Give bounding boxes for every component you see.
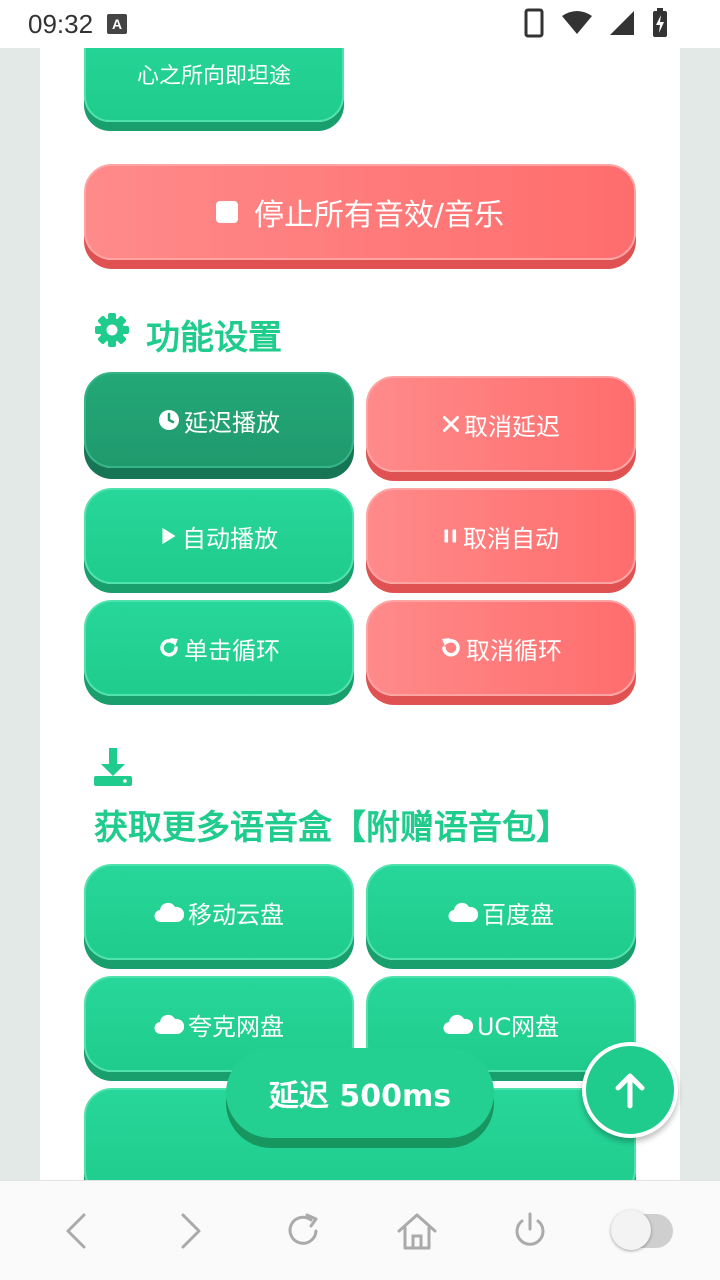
mobile-cloud-label: 移动云盘 <box>188 900 284 929</box>
refresh-icon <box>288 1213 318 1245</box>
cloud-icon <box>154 902 184 923</box>
battery-charging-icon <box>653 8 667 37</box>
click-loop-button[interactable]: 单击循环 <box>84 600 354 696</box>
settings-title: 功能设置 <box>146 318 282 358</box>
download-icon <box>94 748 132 790</box>
close-icon <box>443 416 459 432</box>
more-title: 获取更多语音盒【附赠语音包】 <box>94 808 570 848</box>
gear-icon <box>94 312 130 352</box>
signal-icon <box>610 11 634 35</box>
stop-all-label: 停止所有音效/音乐 <box>253 198 505 233</box>
cloud-icon <box>154 1014 184 1035</box>
page-background: 心之所向即坦途 停止所有音效/音乐 功能设置 延迟播放 取消延迟 自动播放 取消… <box>0 48 720 1180</box>
phone-icon <box>524 8 544 38</box>
stop-all-button[interactable]: 停止所有音效/音乐 <box>84 164 636 260</box>
main-content: 心之所向即坦途 停止所有音效/音乐 功能设置 延迟播放 取消延迟 自动播放 取消… <box>40 48 680 1180</box>
home-button[interactable] <box>387 1201 447 1261</box>
cloud-icon <box>443 1014 473 1035</box>
power-icon <box>515 1212 545 1246</box>
arrow-up-icon <box>615 1073 645 1109</box>
sound-button[interactable]: 心之所向即坦途 <box>84 48 344 122</box>
cloud-icon <box>448 902 478 923</box>
stop-icon <box>215 201 238 223</box>
redo-icon <box>160 638 178 657</box>
status-icons <box>524 8 668 38</box>
forward-button[interactable] <box>160 1201 220 1261</box>
uc-pan-label: UC网盘 <box>476 1012 560 1041</box>
toggle-knob <box>611 1209 652 1250</box>
auto-play-label: 自动播放 <box>182 524 278 553</box>
delay-indicator[interactable]: 延迟 500ms <box>226 1048 494 1138</box>
auto-play-button[interactable]: 自动播放 <box>84 488 354 584</box>
play-icon <box>162 527 176 545</box>
delay-play-label: 延迟播放 <box>184 408 280 437</box>
sound-button-label: 心之所向即坦途 <box>136 64 291 89</box>
home-icon <box>397 1213 437 1249</box>
scroll-to-top-button[interactable] <box>582 1042 678 1138</box>
cancel-auto-button[interactable]: 取消自动 <box>366 488 636 584</box>
wifi-icon <box>562 11 592 34</box>
click-loop-label: 单击循环 <box>184 636 280 665</box>
delay-play-button[interactable]: 延迟播放 <box>84 372 354 468</box>
browser-bottom-nav <box>0 1180 720 1280</box>
cancel-auto-label: 取消自动 <box>463 524 559 553</box>
status-time: 09:32 <box>28 8 94 39</box>
cancel-delay-button[interactable]: 取消延迟 <box>366 376 636 472</box>
mode-toggle[interactable] <box>611 1201 674 1261</box>
status-bar: 09:32 A <box>0 0 720 48</box>
mobile-cloud-button[interactable]: 移动云盘 <box>84 864 354 960</box>
baidu-pan-button[interactable]: 百度盘 <box>366 864 636 960</box>
toggle-track <box>611 1209 674 1250</box>
quark-pan-label: 夸克网盘 <box>188 1012 284 1041</box>
clock-icon <box>159 410 179 430</box>
pause-icon <box>444 529 457 543</box>
baidu-pan-label: 百度盘 <box>482 900 554 929</box>
refresh-button[interactable] <box>273 1201 333 1261</box>
undo-icon <box>442 638 460 657</box>
chevron-right-icon <box>181 1213 201 1248</box>
chevron-left-icon <box>66 1213 86 1248</box>
cancel-loop-button[interactable]: 取消循环 <box>366 600 636 696</box>
cancel-delay-label: 取消延迟 <box>464 412 560 441</box>
delay-indicator-label: 延迟 500ms <box>268 1079 452 1114</box>
back-button[interactable] <box>47 1201 107 1261</box>
power-button[interactable] <box>500 1201 560 1261</box>
cancel-loop-label: 取消循环 <box>466 636 562 665</box>
notification-badge: A <box>107 14 128 34</box>
